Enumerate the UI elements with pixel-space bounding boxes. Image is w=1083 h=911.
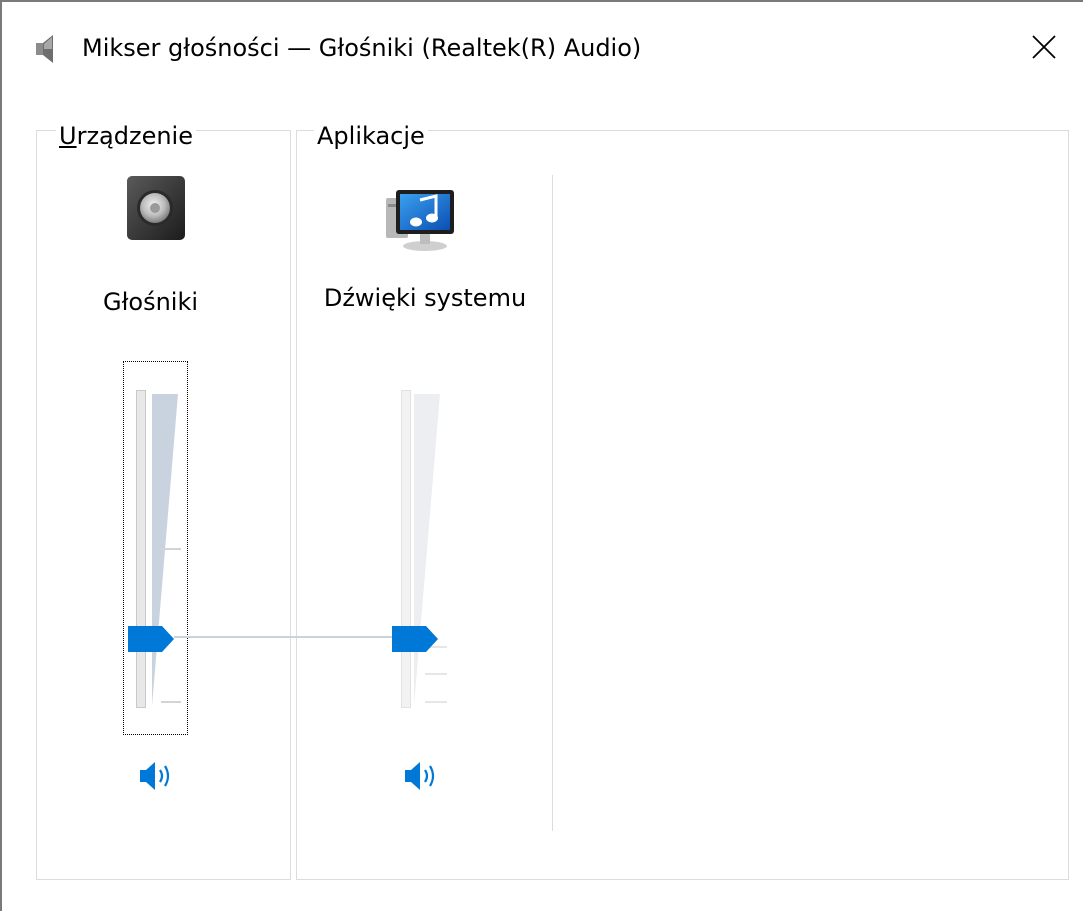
slider-tick — [425, 673, 447, 675]
close-button[interactable] — [1014, 12, 1074, 82]
speaker-volume-icon — [140, 762, 170, 790]
mute-button[interactable] — [401, 756, 443, 796]
window-border — [0, 0, 2, 911]
device-channel-name: Głośniki — [102, 288, 199, 316]
slider-tick — [425, 701, 447, 703]
device-group-label: Urządzenie — [56, 121, 196, 151]
system-sounds-icon[interactable] — [380, 182, 466, 258]
speaker-icon — [34, 32, 60, 66]
slider-thumb[interactable] — [128, 626, 176, 652]
window-title: Mikser głośności — Głośniki (Realtek(R) … — [82, 34, 642, 62]
slider-tick — [161, 701, 181, 703]
slider-track — [136, 390, 146, 708]
speaker-device-icon[interactable] — [125, 174, 187, 246]
channel-divider — [552, 175, 553, 831]
volume-level-wedge — [152, 394, 178, 706]
app-channel-name: Dźwięki systemu — [323, 284, 527, 312]
mute-button[interactable] — [136, 756, 178, 796]
slider-tick — [161, 548, 181, 550]
slider-track — [401, 390, 411, 708]
close-icon — [1032, 35, 1056, 59]
device-label-mnemonic: U — [59, 122, 77, 150]
speaker-volume-icon — [405, 762, 435, 790]
volume-level-wedge — [414, 394, 440, 706]
slider-thumb[interactable] — [392, 626, 440, 652]
applications-group-label: Aplikacje — [314, 121, 428, 151]
volume-peak-link — [174, 636, 392, 638]
title-bar[interactable]: Mikser głośności — Głośniki (Realtek(R) … — [2, 2, 1083, 90]
device-label-rest: rządzenie — [76, 122, 193, 150]
